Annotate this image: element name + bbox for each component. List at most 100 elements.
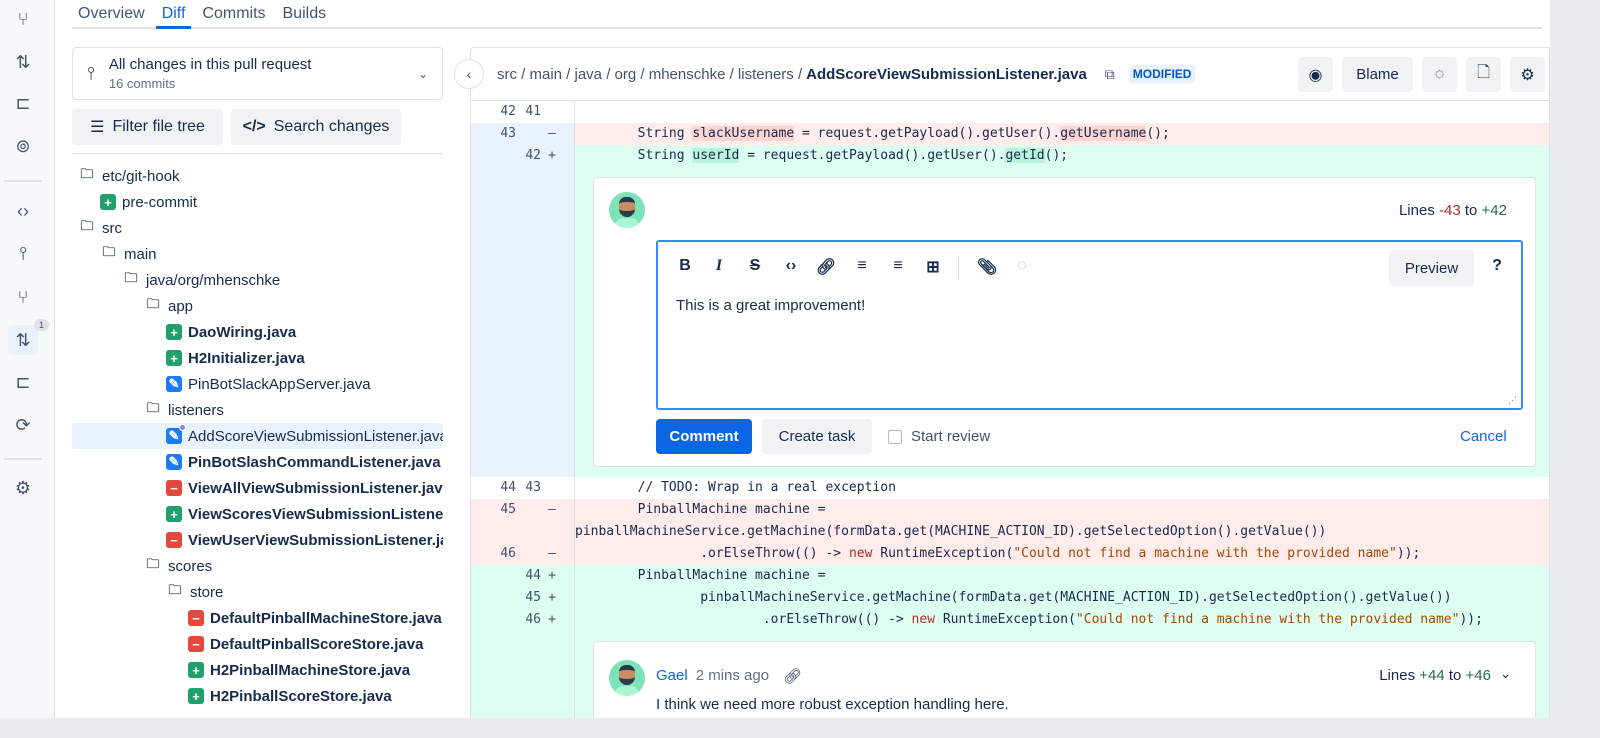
collapse-sidebar-button[interactable]: ‹ [454,59,484,89]
commit-selector[interactable]: ⫯ All changes in this pull request 16 co… [72,47,443,100]
new-line-number[interactable] [516,499,541,521]
old-line-number[interactable]: 46 [471,543,516,565]
old-line-number[interactable] [471,521,516,543]
selector-title: All changes in this pull request [108,56,312,73]
tree-file[interactable]: − DefaultPinballScoreStore.java [72,631,443,657]
new-line-number[interactable]: 43 [516,477,541,499]
old-line-number[interactable]: 42 [471,101,516,123]
link-icon[interactable]: 🔗︎ [813,257,839,277]
comment-text[interactable]: This is a great improvement! [676,297,865,314]
code-icon[interactable]: ‹› [778,257,804,275]
old-line-number[interactable] [471,587,516,609]
code-snippet-icon[interactable]: ◌ [1009,257,1035,275]
create-pull-request-icon[interactable]: ⇅ [8,47,38,77]
chevron-down-icon[interactable]: ⌄ [1500,666,1511,682]
pull-requests-icon[interactable]: ⇅ 1 [8,319,50,355]
tree-folder[interactable]: 🗀 java/org/mhenschke [72,267,443,293]
tab-overview[interactable]: Overview [72,0,151,29]
tree-file[interactable]: + ViewScoresViewSubmissionListener.java [72,501,443,527]
new-line-number[interactable]: 45 [516,587,541,609]
tree-folder[interactable]: 🗀 etc/git-hook [72,163,443,189]
bold-icon[interactable]: B [672,257,698,275]
file-name: scores [168,557,213,575]
old-line-number[interactable]: 43 [471,123,516,145]
tree-file[interactable]: − ViewAllViewSubmissionListener.java [72,475,443,501]
fork-icon[interactable]: ⊏ [8,88,38,118]
tree-file[interactable]: ✎ PinBotSlashCommandListener.java [72,449,443,475]
create-branch-icon[interactable]: ⑂ [8,4,38,34]
forks-icon[interactable]: ⊏ [8,367,38,397]
line-gutter: 42 + [471,145,575,167]
new-line-number[interactable]: 41 [516,101,541,123]
strikethrough-icon[interactable]: S [742,257,768,275]
tree-file[interactable]: ✎ PinBotSlackAppServer.java [72,371,443,397]
tree-folder[interactable]: 🗀 store [72,579,443,605]
tree-file[interactable]: + pre-commit [72,189,443,215]
code-token: String [575,126,693,141]
tree-file[interactable]: + H2Initializer.java [72,345,443,371]
old-line-number[interactable] [471,565,516,587]
blame-button[interactable]: Blame [1342,57,1413,92]
start-review-checkbox[interactable] [888,430,902,444]
tree-folder[interactable]: 🗀 listeners [72,397,443,423]
new-line-number[interactable]: 44 [516,565,541,587]
tab-diff[interactable]: Diff [155,0,192,29]
branches-icon[interactable]: ⑂ [8,282,38,312]
source-icon[interactable]: ‹› [8,196,38,226]
tab-commits[interactable]: Commits [196,0,271,29]
code-token: new [911,612,936,627]
sync-icon[interactable]: ⟳ [8,410,38,440]
view-icon[interactable]: ◉ [1298,57,1333,92]
compare-icon[interactable]: ⊚ [8,131,38,161]
commits-icon[interactable]: ⫯ [8,238,38,268]
new-line-number[interactable]: 46 [516,609,541,631]
comment-button[interactable]: Comment [656,419,752,454]
old-line-number[interactable] [471,609,516,631]
comment-time[interactable]: 2 mins ago [696,667,769,685]
new-line-number[interactable] [516,521,541,543]
filter-file-tree-button[interactable]: ☰ Filter file tree [72,109,223,145]
line-gutter: 43 – [471,123,575,145]
unread-dot [179,424,186,431]
tree-folder[interactable]: 🗀 app [72,293,443,319]
new-line-number[interactable] [516,543,541,565]
comment-editor[interactable]: B I S ‹› 🔗︎ ≡ ≡ ⊞ 📎︎ ◌ Preview ? This is [656,240,1523,410]
file-name: store [190,583,224,601]
tree-file[interactable]: − ViewUserViewSubmissionListener.java [72,527,443,553]
tree-folder[interactable]: 🗀 scores [72,553,443,579]
copy-icon[interactable]: ⧉ [1105,66,1115,83]
create-task-button[interactable]: Create task [762,419,872,454]
settings-icon[interactable]: ⚙ [1510,57,1545,92]
tree-folder[interactable]: 🗀 src [72,215,443,241]
tree-file[interactable]: ✎ AddScoreViewSubmissionListener.java [72,423,443,449]
settings-icon[interactable]: ⚙ [8,473,38,503]
tree-file[interactable]: + H2PinballScoreStore.java [72,683,443,709]
italic-icon[interactable]: I [706,257,732,275]
tree-file[interactable]: + H2PinballMachineStore.java [72,657,443,683]
old-line-number[interactable]: 45 [471,499,516,521]
add-comment-icon[interactable]: ◌ [1422,57,1457,92]
tree-folder[interactable]: 🗀 main [72,241,443,267]
bullet-list-icon[interactable]: ≡ [849,257,875,275]
tab-builds[interactable]: Builds [277,0,333,29]
link-icon[interactable]: 🔗︎ [783,667,802,685]
search-changes-button[interactable]: </> Search changes [231,109,401,145]
file-icon[interactable]: 🗋 [1466,57,1501,92]
new-line-number[interactable]: 42 [516,145,541,167]
numbered-list-icon[interactable]: ≡ [885,257,911,275]
old-line-number[interactable] [471,145,516,167]
attachment-icon[interactable]: 📎︎ [974,257,1000,277]
old-line-number[interactable]: 44 [471,477,516,499]
comment-author[interactable]: Gael [656,667,688,685]
resize-handle[interactable]: ⋰ [1508,395,1517,406]
start-review-label: Start review [911,428,991,445]
new-line-number[interactable] [516,123,541,145]
tree-file[interactable]: + DaoWiring.java [72,319,443,345]
preview-button[interactable]: Preview [1389,250,1474,286]
help-button[interactable]: ? [1484,257,1510,275]
avatar [609,660,645,696]
cancel-button[interactable]: Cancel [1460,428,1507,445]
tree-file[interactable]: − DefaultPinballMachineStore.java [72,605,443,631]
file-path[interactable]: src / main / java / org / mhenschke / li… [497,66,802,83]
table-icon[interactable]: ⊞ [920,257,946,277]
